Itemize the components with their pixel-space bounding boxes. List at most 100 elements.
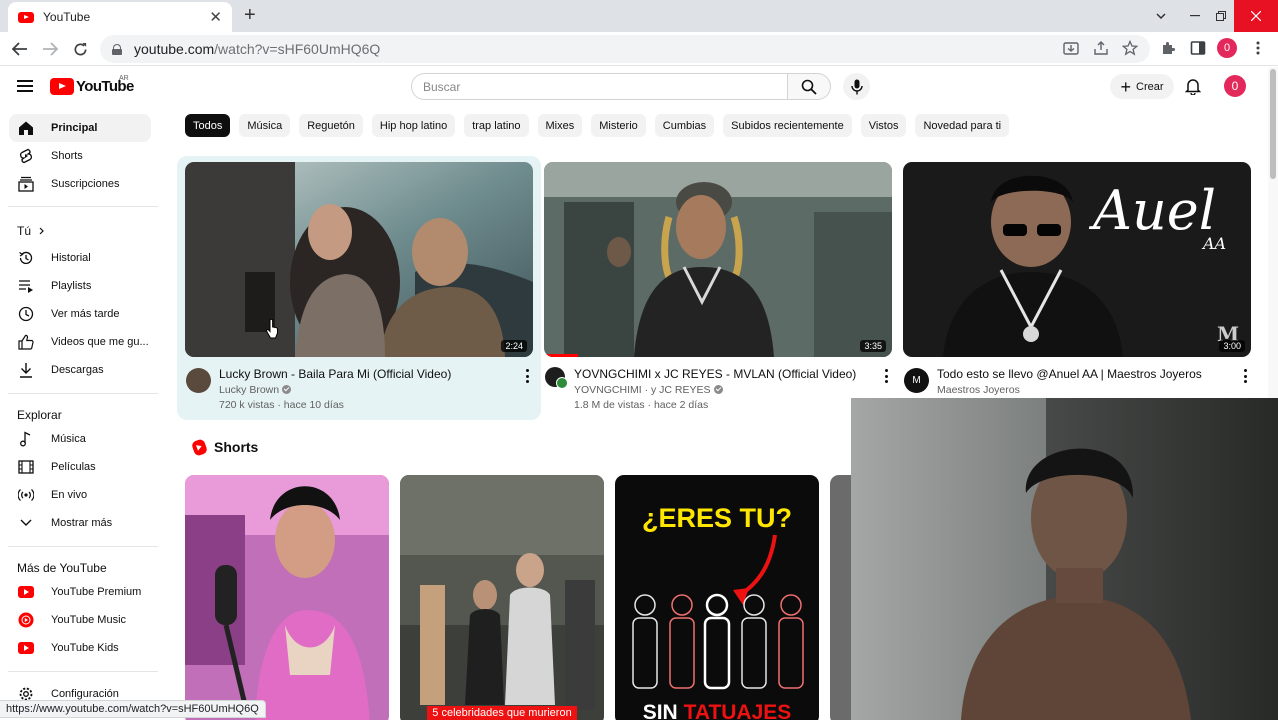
history-icon: [17, 249, 35, 267]
video-title[interactable]: Todo esto se llevo @Anuel AA | Maestros …: [937, 367, 1202, 381]
watch-later-icon: [17, 305, 35, 323]
youtube-logo-icon: [50, 78, 74, 95]
sidebar-item-playlists[interactable]: Playlists: [9, 272, 151, 300]
hamburger-menu-icon[interactable]: [17, 80, 33, 92]
tab-search-icon[interactable]: [1148, 0, 1174, 32]
install-app-icon[interactable]: [1061, 38, 1081, 58]
browser-tab[interactable]: YouTube ✕: [8, 2, 232, 32]
search-button[interactable]: [787, 73, 831, 100]
create-label: Crear: [1136, 80, 1164, 93]
channel-avatar[interactable]: [186, 368, 211, 393]
sidebar-item-en-vivo[interactable]: En vivo: [9, 481, 151, 509]
sidebar-item-youtube-music[interactable]: YouTube Music: [9, 606, 151, 634]
chip-regueton[interactable]: Reguetón: [299, 114, 363, 137]
video-stats: 720 k vistas · hace 10 días: [219, 399, 344, 411]
chip-cumbias[interactable]: Cumbias: [654, 114, 715, 137]
minimize-icon[interactable]: [1182, 0, 1208, 32]
video-channel[interactable]: Maestros Joyeros: [937, 384, 1020, 396]
browser-menu-icon[interactable]: [1248, 38, 1268, 58]
sidebar-item-videos-que-me-gustan[interactable]: Videos que me gu...: [9, 328, 151, 356]
chip-mixes[interactable]: Mixes: [537, 114, 583, 137]
notifications-bell-icon[interactable]: [1184, 77, 1203, 97]
sidebar-item-label: Películas: [51, 461, 96, 473]
forward-icon[interactable]: [39, 38, 61, 60]
sidebar-item-mostrar-mas[interactable]: Mostrar más: [9, 509, 151, 537]
chip-trap-latino[interactable]: trap latino: [464, 114, 529, 137]
chip-todos[interactable]: Todos: [185, 114, 231, 137]
new-tab-button[interactable]: +: [244, 5, 256, 25]
sidebar-item-youtube-kids[interactable]: YouTube Kids: [9, 634, 151, 662]
shorts-heading: Shorts: [214, 439, 259, 455]
sidebar-item-label: Música: [51, 433, 86, 445]
more-actions-icon[interactable]: [884, 369, 888, 383]
scrollbar-thumb[interactable]: [1270, 69, 1276, 179]
search-input[interactable]: Buscar: [411, 73, 788, 100]
share-icon[interactable]: [1091, 38, 1111, 58]
sidebar-item-peliculas[interactable]: Películas: [9, 453, 151, 481]
sidebar-you-heading[interactable]: Tú: [17, 224, 44, 238]
sidebar-item-youtube-premium[interactable]: YouTube Premium: [9, 578, 151, 606]
sidebar-item-ver-mas-tarde[interactable]: Ver más tarde: [9, 300, 151, 328]
video-channel[interactable]: Lucky Brown: [219, 384, 292, 396]
omnibox[interactable]: youtube.com /watch?v=sHF60UmHQ6Q: [100, 35, 1150, 63]
more-actions-icon[interactable]: [525, 369, 529, 383]
sidebar-item-suscripciones[interactable]: Suscripciones: [9, 170, 151, 198]
live-icon: [17, 486, 35, 504]
video-channel[interactable]: YOVNGCHIMI · y JC REYES: [574, 384, 723, 396]
side-panel-icon[interactable]: [1188, 38, 1208, 58]
account-avatar[interactable]: 0: [1224, 75, 1246, 97]
sidebar-item-label: Shorts: [51, 150, 83, 162]
webcam-overlay: [851, 398, 1278, 720]
status-bar-url: https://www.youtube.com/watch?v=sHF60UmH…: [0, 700, 266, 718]
video-meta: Lucky Brown - Baila Para Mi (Official Vi…: [185, 365, 533, 415]
video-title[interactable]: Lucky Brown - Baila Para Mi (Official Vi…: [219, 367, 451, 381]
chip-subidos-recientemente[interactable]: Subidos recientemente: [723, 114, 852, 137]
filter-chips-bar: Todos Música Reguetón Hip hop latino tra…: [185, 114, 1010, 137]
tab-title: YouTube: [43, 10, 91, 24]
divider: [8, 393, 158, 394]
voice-search-button[interactable]: [843, 73, 870, 100]
reload-icon[interactable]: [69, 38, 91, 60]
video-thumbnail[interactable]: Auel AA M 3:00: [903, 162, 1251, 357]
video-meta: YOVNGCHIMI x JC REYES - MVLAN (Official …: [544, 365, 892, 415]
chip-vistos[interactable]: Vistos: [860, 114, 907, 137]
short-card[interactable]: ¿ERES TU? SIN TATUAJES: [615, 475, 819, 720]
more-actions-icon[interactable]: [1243, 369, 1247, 383]
thumbnail-script-text: Auel: [1093, 179, 1217, 242]
youtube-logo[interactable]: YouTube AR: [50, 75, 134, 95]
extensions-icon[interactable]: [1158, 38, 1178, 58]
short-card[interactable]: [185, 475, 389, 720]
youtube-kids-icon: [17, 639, 35, 657]
shorts-icon: [17, 147, 35, 165]
back-icon[interactable]: [9, 38, 31, 60]
sidebar-item-shorts[interactable]: Shorts: [9, 142, 151, 170]
divider: [8, 546, 158, 547]
chip-misterio[interactable]: Misterio: [591, 114, 646, 137]
chip-hip-hop-latino[interactable]: Hip hop latino: [371, 114, 456, 137]
video-thumbnail[interactable]: 2:24: [185, 162, 533, 357]
sidebar-item-historial[interactable]: Historial: [9, 244, 151, 272]
collaborator-avatar[interactable]: [556, 377, 568, 389]
restore-icon[interactable]: [1208, 0, 1234, 32]
short-overlay-word: TATUAJES: [683, 701, 792, 720]
youtube-music-icon: [17, 611, 35, 629]
close-window-icon[interactable]: [1234, 0, 1278, 32]
create-button[interactable]: + Crear: [1110, 74, 1174, 99]
video-stats: 1.8 M de vistas · hace 2 días: [574, 399, 709, 411]
chip-musica[interactable]: Música: [239, 114, 291, 137]
video-thumbnail[interactable]: 3:35: [544, 162, 892, 357]
watch-progress-bar: [544, 354, 578, 357]
video-title[interactable]: YOVNGCHIMI x JC REYES - MVLAN (Official …: [574, 367, 856, 381]
chip-novedad-para-ti[interactable]: Novedad para ti: [915, 114, 1010, 137]
sidebar-item-descargas[interactable]: Descargas: [9, 356, 151, 384]
short-overlay-word: SIN: [642, 701, 678, 720]
sidebar-item-principal[interactable]: Principal: [9, 114, 151, 142]
verified-check-icon: [713, 385, 723, 394]
channel-avatar[interactable]: M: [904, 368, 929, 393]
tab-close-icon[interactable]: ✕: [209, 10, 222, 25]
sidebar-item-label: Descargas: [51, 364, 104, 376]
browser-profile-avatar[interactable]: 0: [1217, 38, 1237, 58]
short-card[interactable]: 5 celebridades que murieron: [400, 475, 604, 720]
bookmark-star-icon[interactable]: [1120, 38, 1140, 58]
sidebar-item-musica[interactable]: Música: [9, 425, 151, 453]
